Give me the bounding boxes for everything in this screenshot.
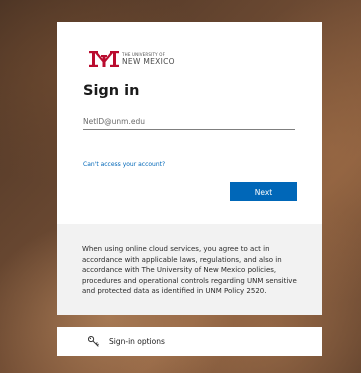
sign-in-options-button[interactable]: Sign-in options	[57, 327, 322, 356]
unm-logo: THE UNIVERSITY OF NEW MEXICO	[89, 49, 175, 69]
next-button[interactable]: Next	[230, 182, 297, 201]
sign-in-options-label: Sign-in options	[109, 337, 165, 346]
logo-text-big: NEW MEXICO	[122, 56, 175, 66]
page-title: Sign in	[83, 83, 140, 99]
policy-disclaimer: When using online cloud services, you ag…	[57, 224, 322, 315]
username-field-wrapper	[83, 109, 295, 132]
key-icon	[87, 335, 99, 347]
unm-logo-mark	[89, 51, 119, 67]
username-input[interactable]	[83, 111, 295, 132]
cant-access-account-link[interactable]: Can't access your account?	[83, 161, 165, 168]
disclaimer-text: When using online cloud services, you ag…	[82, 245, 297, 295]
sign-in-card: THE UNIVERSITY OF NEW MEXICO Sign in Can…	[57, 22, 322, 315]
